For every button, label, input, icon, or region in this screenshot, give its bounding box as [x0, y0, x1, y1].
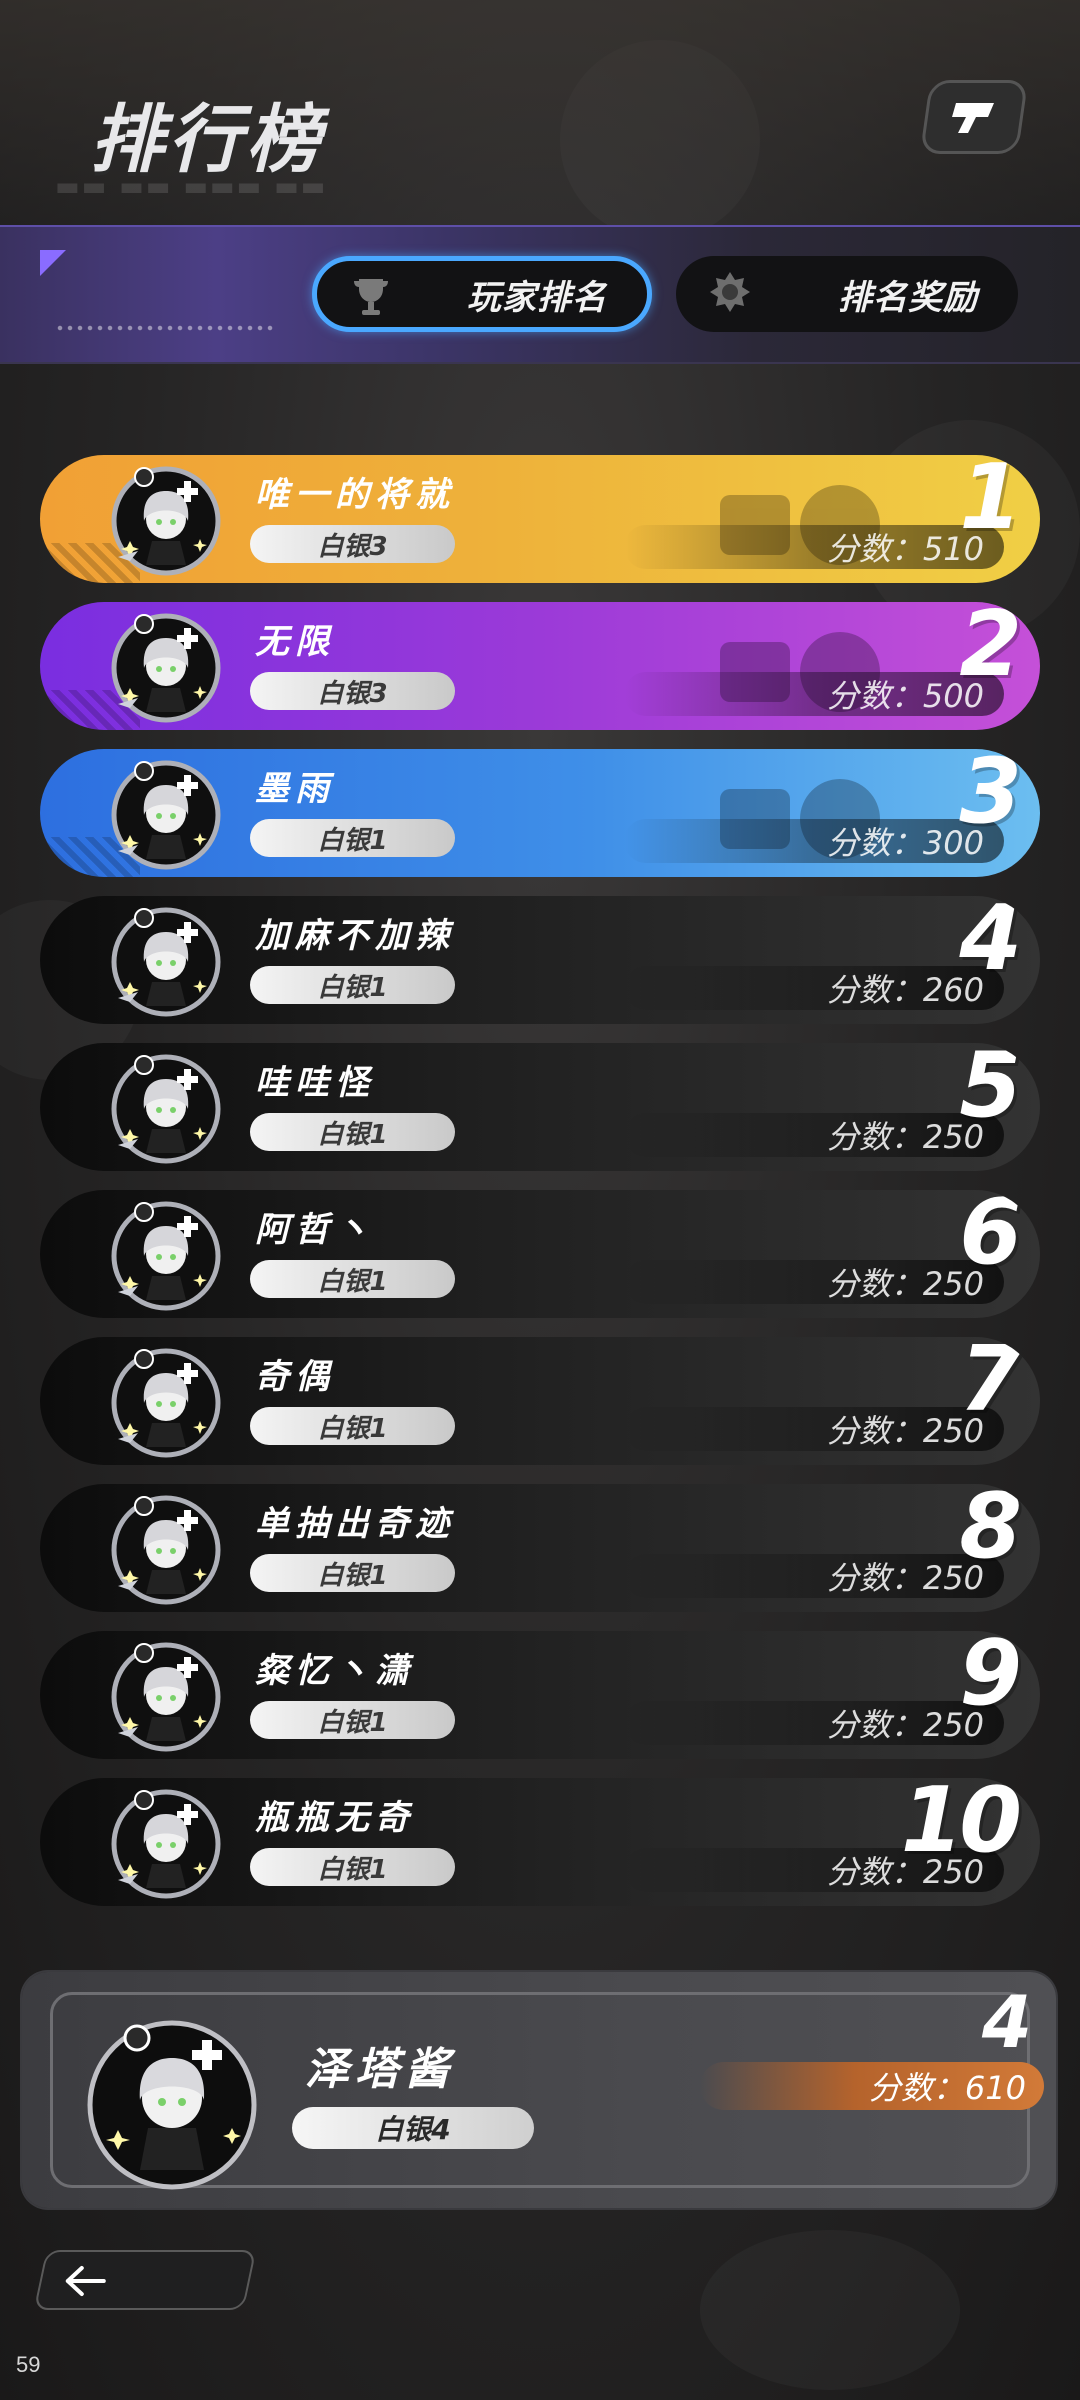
player-name: 奇偶 — [255, 1357, 335, 1397]
corner-decoration — [40, 250, 66, 276]
player-score: 分数：300 — [624, 819, 1004, 863]
rank-number: 7 — [959, 1337, 1022, 1432]
player-avatar — [111, 760, 221, 870]
rank-number: 5 — [959, 1043, 1022, 1138]
leaderboard-row[interactable]: 墨雨 白银1 分数：300 3 — [40, 749, 1040, 877]
player-name: 无限 — [255, 622, 335, 662]
tier-badge: 白银1 — [250, 1407, 455, 1445]
my-player-name: 泽塔酱 — [305, 2044, 455, 2095]
player-avatar — [111, 613, 221, 723]
tier-badge: 白银1 — [250, 966, 455, 1004]
tier-badge: 白银3 — [250, 672, 455, 710]
title-decoration: ▬▬ ▬▬ ▬▬▬ ▬▬ — [55, 172, 328, 202]
tier-badge: 白银3 — [250, 525, 455, 563]
tier-badge: 白银1 — [250, 1848, 455, 1886]
background-doodle — [700, 2230, 960, 2390]
player-avatar — [111, 907, 221, 1017]
tier-badge: 白银1 — [250, 1113, 455, 1151]
tier-badge: 白银1 — [250, 819, 455, 857]
leaderboard-row[interactable]: 唯一的将就 白银3 分数：510 1 — [40, 455, 1040, 583]
help-icon — [952, 103, 994, 133]
player-score: 分数：510 — [624, 525, 1004, 569]
rank-number: 1 — [959, 455, 1022, 550]
player-avatar — [111, 1789, 221, 1899]
rank-number: 2 — [959, 602, 1022, 697]
player-avatar — [111, 1642, 221, 1752]
back-arrow-icon — [65, 2266, 106, 2296]
rank-number: 4 — [959, 896, 1022, 991]
player-score: 分数：250 — [624, 1407, 1004, 1451]
rank-number: 6 — [959, 1190, 1022, 1285]
leaderboard-row[interactable]: 加麻不加辣 白银1 分数：260 4 — [40, 896, 1040, 1024]
leaderboard-row[interactable]: 瓶瓶无奇 白银1 分数：250 10 — [40, 1778, 1040, 1906]
tier-badge: 白银1 — [250, 1554, 455, 1592]
player-name: 粲忆丶潇 — [255, 1651, 415, 1691]
player-score: 分数：500 — [624, 672, 1004, 716]
back-button[interactable] — [33, 2250, 257, 2310]
player-score: 分数：250 — [624, 1113, 1004, 1157]
trophy-icon — [354, 279, 388, 315]
player-name: 阿哲丶 — [255, 1210, 375, 1250]
player-score: 分数：260 — [624, 966, 1004, 1010]
tab-label: 排名奖励 — [838, 277, 978, 318]
medal-icon — [710, 272, 750, 312]
player-name: 单抽出奇迹 — [255, 1504, 455, 1544]
tab-label: 玩家排名 — [467, 277, 607, 318]
player-avatar — [111, 1054, 221, 1164]
player-score: 分数：250 — [624, 1260, 1004, 1304]
player-name: 瓶瓶无奇 — [255, 1798, 415, 1838]
player-avatar — [111, 1201, 221, 1311]
player-name: 哇哇怪 — [255, 1063, 375, 1103]
player-score: 分数：250 — [624, 1701, 1004, 1745]
leaderboard-row[interactable]: 单抽出奇迹 白银1 分数：250 8 — [40, 1484, 1040, 1612]
tab-ranking-rewards[interactable]: 排名奖励 — [676, 256, 1018, 332]
leaderboard-row[interactable]: 哇哇怪 白银1 分数：250 5 — [40, 1043, 1040, 1171]
player-name: 加麻不加辣 — [255, 916, 455, 956]
help-button[interactable] — [919, 80, 1029, 154]
my-score: 分数：610 — [700, 2062, 1044, 2110]
my-tier-badge: 白银4 — [292, 2107, 534, 2149]
leaderboard-row[interactable]: 粲忆丶潇 白银1 分数：250 9 — [40, 1631, 1040, 1759]
tab-player-ranking[interactable]: 玩家排名 — [312, 256, 652, 332]
leaderboard-row[interactable]: 无限 白银3 分数：500 2 — [40, 602, 1040, 730]
rank-number: 9 — [959, 1631, 1022, 1726]
player-score: 分数：250 — [624, 1554, 1004, 1598]
tier-badge: 白银1 — [250, 1260, 455, 1298]
my-rank-number: 4 — [981, 1980, 1032, 2064]
my-avatar — [87, 2020, 257, 2190]
player-avatar — [111, 1495, 221, 1605]
player-avatar — [111, 466, 221, 576]
dots-decoration — [55, 325, 275, 331]
player-name: 墨雨 — [255, 769, 335, 809]
player-avatar — [111, 1348, 221, 1458]
rank-number: 8 — [959, 1484, 1022, 1579]
rank-number: 3 — [959, 749, 1022, 844]
leaderboard-row[interactable]: 奇偶 白银1 分数：250 7 — [40, 1337, 1040, 1465]
player-name: 唯一的将就 — [255, 475, 455, 515]
leaderboard-row[interactable]: 阿哲丶 白银1 分数：250 6 — [40, 1190, 1040, 1318]
rank-number: 10 — [900, 1778, 1022, 1873]
fps-counter: 59 — [16, 2352, 41, 2377]
tier-badge: 白银1 — [250, 1701, 455, 1739]
page-title: 排行榜 — [90, 97, 324, 183]
